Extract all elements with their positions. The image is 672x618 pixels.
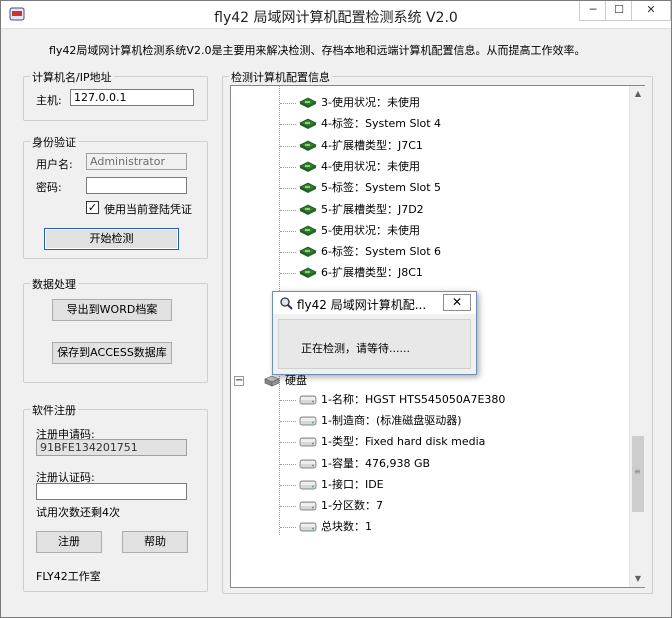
magnifier-icon — [280, 297, 293, 310]
tree-connector — [280, 506, 296, 507]
tree-item-label: 5-标签：System Slot 5 — [321, 181, 442, 195]
expansion-card-icon — [299, 225, 317, 236]
expansion-card-icon — [299, 118, 317, 130]
dialog-title-bar: fly42 局域网计算机配... ✕ — [273, 292, 476, 314]
tree-connector — [280, 273, 296, 275]
expansion-card-icon — [299, 204, 317, 215]
auth-group-legend: 身份验证 — [30, 134, 78, 150]
minimize-button[interactable]: ─ — [579, 1, 607, 21]
register-group: 软件注册 注册申请码: 91BFE134201751 注册认证码: 试用次数还剩… — [23, 402, 208, 592]
use-credentials-label: 使用当前登陆凭证 — [104, 203, 192, 216]
save-access-button[interactable]: 保存到ACCESS数据库 — [52, 342, 172, 364]
hard-disk-icon — [299, 438, 317, 447]
tree-connector — [280, 442, 296, 444]
expansion-card-icon — [299, 97, 317, 108]
auth-code-input[interactable] — [36, 483, 187, 500]
disk-node-label: 硬盘 — [285, 374, 307, 387]
tree-item-label: 4-扩展槽类型：J7C1 — [321, 138, 423, 152]
tree-item-label: 4-标签：System Slot 4 — [321, 117, 442, 131]
hard-disk-icon — [299, 480, 317, 490]
tree-item-label: 3-使用状况：未使用 — [321, 96, 420, 109]
hard-disk-icon — [299, 395, 317, 405]
tree-connector — [280, 527, 296, 529]
expansion-card-icon — [299, 267, 317, 279]
studio-label: FLY42工作室 — [36, 570, 101, 583]
host-input[interactable]: 127.0.0.1 — [70, 89, 194, 106]
username-input[interactable]: Administrator — [86, 153, 187, 170]
tree-item-label: 1-接口：IDE — [321, 477, 384, 491]
dialog-message: 正在检测，请等待...... — [301, 342, 410, 355]
tree-item-label: 总块数：1 — [321, 520, 372, 534]
disk-collapse-toggle[interactable]: − — [234, 376, 244, 386]
tree-connector — [280, 166, 296, 168]
host-group-legend: 计算机名/IP地址 — [30, 69, 114, 85]
intro-text: fly42局域网计算机检测系统V2.0是主要用来解决检测、存档本地和远端计算机配… — [49, 44, 586, 57]
tree-item-label: 1-容量：476,938 GB — [321, 456, 431, 470]
close-button[interactable]: ✕ — [631, 1, 671, 21]
register-group-legend: 软件注册 — [30, 402, 78, 418]
scroll-grip-icon: ≡ — [634, 467, 641, 476]
tree-connector — [280, 484, 296, 486]
tree-item-label: 6-标签：System Slot 6 — [321, 245, 442, 259]
dialog-body: 正在检测，请等待...... — [278, 319, 471, 369]
tree-connector — [280, 230, 296, 232]
tree-item-label: 4-使用状况：未使用 — [321, 159, 420, 173]
dialog-title: fly42 局域网计算机配... — [297, 298, 427, 312]
main-window: fly42 局域网计算机配置检测系统 V2.0 ─ ☐ ✕ fly42局域网计算… — [0, 0, 672, 618]
hard-disk-icon — [299, 522, 317, 532]
tree-item-label: 1-制造商：(标准磁盘驱动器) — [321, 414, 462, 428]
expansion-card-icon — [299, 246, 317, 258]
tree-item-label: 6-扩展槽类型：J8C1 — [321, 266, 423, 280]
tree-item-label: 1-分区数：7 — [321, 499, 383, 512]
expansion-card-icon — [299, 182, 317, 194]
tree-item-label: 1-类型：Fixed hard disk media — [321, 435, 486, 449]
tree-connector — [280, 188, 296, 190]
expansion-card-icon — [299, 140, 317, 151]
tree-connector — [280, 421, 296, 423]
start-detect-button[interactable]: 开始检测 — [44, 228, 179, 250]
title-bar: fly42 局域网计算机配置检测系统 V2.0 ─ ☐ ✕ — [1, 1, 671, 29]
trial-count-text: 试用次数还剩4次 — [36, 506, 120, 519]
tree-item-label: 1-名称：HGST HTS545050A7E380 — [321, 393, 506, 406]
apply-code-field[interactable]: 91BFE134201751 — [36, 439, 187, 456]
export-word-button[interactable]: 导出到WORD档案 — [52, 299, 172, 321]
data-group-legend: 数据处理 — [30, 276, 78, 292]
tree-connector — [280, 252, 296, 254]
hard-disk-icon — [299, 459, 317, 468]
tree-connector — [280, 463, 296, 465]
tree-item-label: 5-扩展槽类型：J7D2 — [321, 202, 424, 216]
dialog-close-button[interactable]: ✕ — [443, 294, 471, 311]
help-button[interactable]: 帮助 — [122, 531, 188, 553]
password-label: 密码: — [36, 181, 62, 194]
progress-dialog: fly42 局域网计算机配... ✕ 正在检测，请等待...... — [272, 291, 477, 375]
data-group: 数据处理 导出到WORD档案 保存到ACCESS数据库 — [23, 276, 208, 383]
host-group: 计算机名/IP地址 主机: 127.0.0.1 — [23, 69, 208, 121]
tree-connector — [280, 145, 296, 147]
use-credentials-checkbox[interactable]: ✓ — [86, 201, 99, 214]
scroll-up-arrow-icon[interactable]: ▲ — [630, 86, 646, 102]
window-title: fly42 局域网计算机配置检测系统 V2.0 — [214, 10, 458, 26]
tree-connector — [280, 400, 296, 401]
tree-scrollbar[interactable]: ▲ ≡ ▼ — [629, 86, 645, 587]
config-info-legend: 检测计算机配置信息 — [229, 69, 332, 85]
maximize-button[interactable]: ☐ — [605, 1, 633, 21]
tree-connector — [280, 209, 296, 211]
tree-connector — [280, 124, 296, 126]
auth-group: 身份验证 用户名: Administrator 密码: ✓ 使用当前登陆凭证 开… — [23, 134, 208, 259]
hard-disk-icon — [299, 416, 317, 426]
password-input[interactable] — [86, 177, 187, 194]
host-label: 主机: — [36, 94, 62, 107]
hard-disk-icon — [299, 501, 317, 511]
scroll-down-arrow-icon[interactable]: ▼ — [630, 571, 646, 587]
tree-connector — [280, 103, 296, 104]
register-button[interactable]: 注册 — [36, 531, 102, 553]
disk-node-icon — [264, 375, 280, 387]
username-label: 用户名: — [36, 158, 73, 171]
expansion-card-icon — [299, 161, 317, 172]
tree-item-label: 5-使用状况：未使用 — [321, 223, 420, 237]
